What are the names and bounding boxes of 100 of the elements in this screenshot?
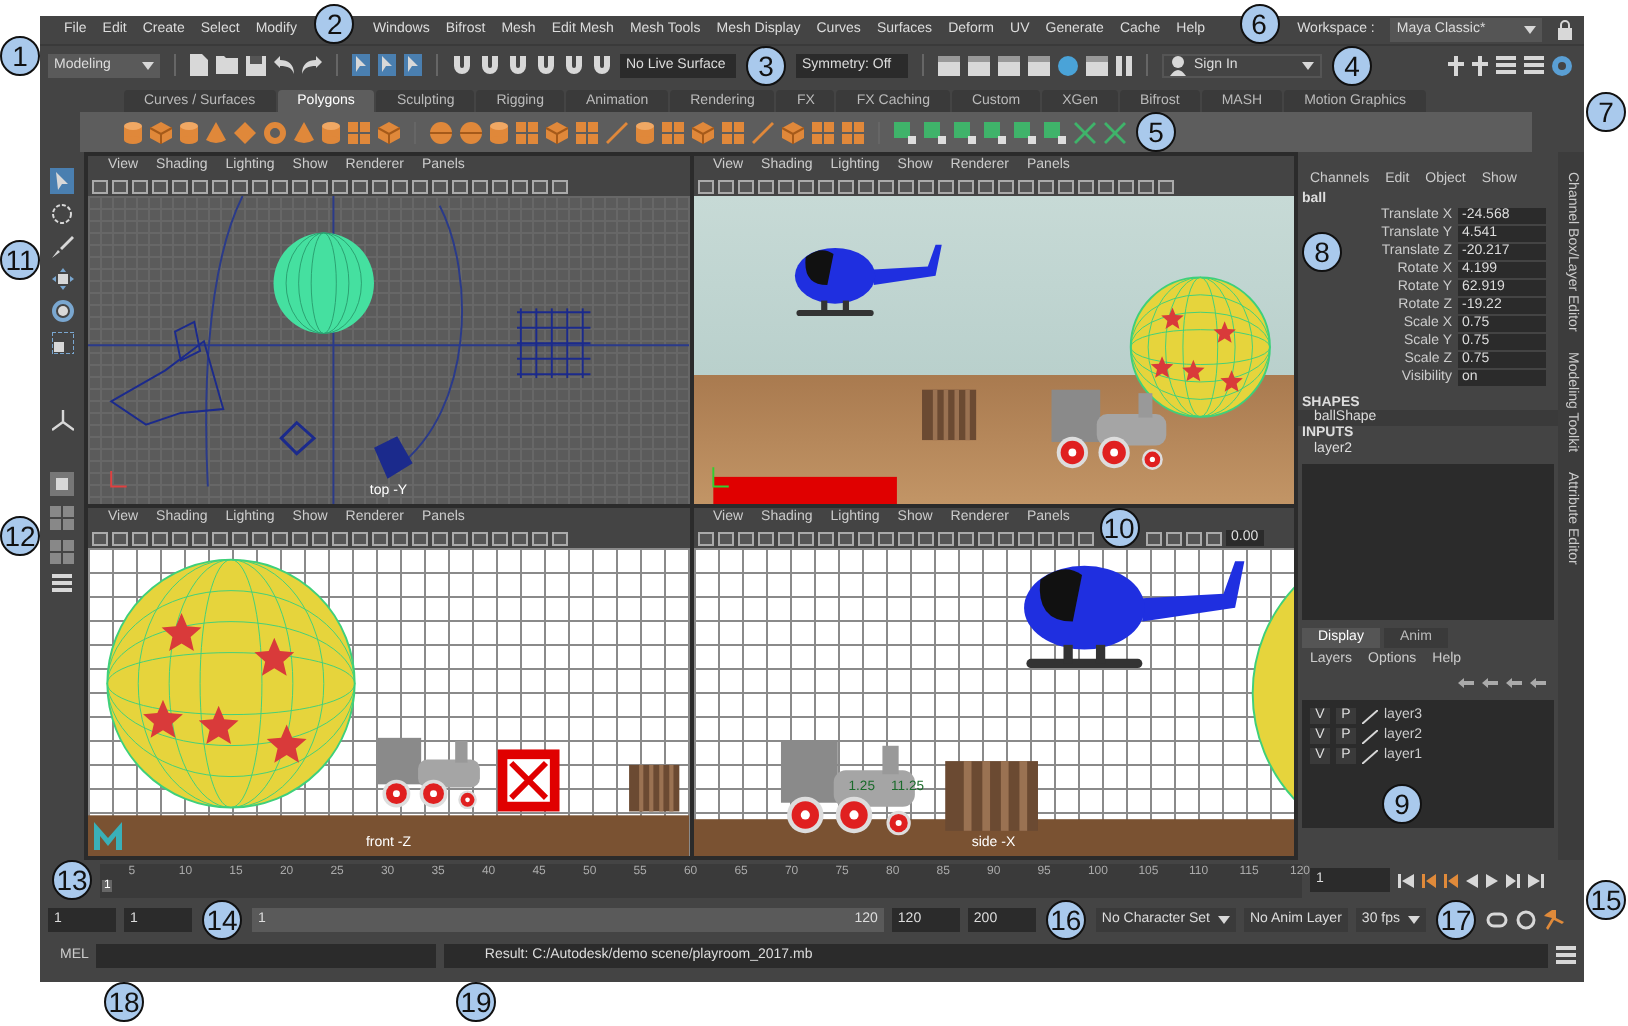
select-icon[interactable]	[352, 54, 370, 76]
step-forward-icon[interactable]	[1506, 873, 1520, 887]
line-icon[interactable]	[752, 121, 774, 143]
block-icon[interactable]	[1044, 121, 1066, 143]
cone-icon[interactable]	[294, 121, 314, 143]
step-back-icon[interactable]	[1444, 873, 1458, 887]
figure-icon[interactable]	[1448, 55, 1464, 75]
figure-icon[interactable]	[1472, 55, 1488, 75]
cylinder-icon[interactable]	[490, 121, 508, 143]
logo-icon	[94, 822, 122, 850]
save-icon[interactable]	[246, 55, 266, 75]
command-input-field[interactable]	[96, 943, 437, 967]
skip-back-icon[interactable]	[1398, 873, 1414, 887]
play-back-icon[interactable]	[1466, 873, 1478, 887]
callout-number: 17	[1436, 900, 1476, 940]
grid-icon[interactable]	[842, 121, 864, 143]
lock-icon[interactable]	[1558, 20, 1572, 40]
grid-icon[interactable]	[348, 121, 370, 143]
callout-number: 9	[1382, 784, 1422, 824]
cube-icon[interactable]	[150, 121, 172, 143]
clapper-icon[interactable]	[938, 55, 960, 75]
callout-number: 19	[456, 982, 496, 1022]
layer-line-icon	[1362, 729, 1378, 743]
wireframe-helicopter-drawing	[109, 320, 225, 426]
cube-icon[interactable]	[546, 121, 568, 143]
rotate-icon[interactable]	[51, 300, 73, 322]
four-pane-icon[interactable]	[50, 506, 74, 530]
cross-icon[interactable]	[1074, 121, 1096, 143]
clapper-icon[interactable]	[1086, 55, 1108, 75]
undo-icon[interactable]	[274, 56, 294, 74]
person-icon	[1170, 55, 1186, 75]
play-icon[interactable]	[1486, 873, 1498, 887]
diamond-icon[interactable]	[234, 121, 256, 143]
crate-drawing	[944, 761, 1037, 831]
callout-number: 6	[1239, 4, 1280, 44]
grid-icon[interactable]	[576, 121, 598, 143]
wireframe-sphere-drawing	[273, 232, 374, 334]
pause-icon[interactable]	[1116, 55, 1132, 75]
list-icon[interactable]	[1556, 946, 1576, 964]
file-icon[interactable]	[190, 54, 208, 76]
wireframe-box-drawing	[279, 420, 317, 456]
grid-icon[interactable]	[662, 121, 684, 143]
train-drawing	[377, 737, 480, 810]
callout-number: 16	[1045, 900, 1086, 940]
cylinder-icon[interactable]	[636, 121, 654, 143]
list-icon[interactable]	[1524, 56, 1544, 74]
gear-icon[interactable]	[1552, 55, 1572, 75]
sphere-icon[interactable]	[460, 121, 482, 143]
axis-icon[interactable]	[51, 410, 73, 432]
scale-icon[interactable]	[51, 332, 73, 354]
torus-icon[interactable]	[264, 121, 286, 143]
caret-icon	[142, 61, 154, 69]
layer-line-icon	[1362, 709, 1378, 723]
select-icon[interactable]	[378, 54, 396, 76]
cube-icon[interactable]	[782, 121, 804, 143]
line-icon[interactable]	[606, 121, 628, 143]
block-icon[interactable]	[894, 121, 916, 143]
grid-icon[interactable]	[722, 121, 744, 143]
warning-box-drawing	[497, 749, 560, 812]
running-figure-icon[interactable]	[1544, 910, 1564, 930]
brush-icon[interactable]	[51, 236, 73, 258]
grid-icon[interactable]	[812, 121, 834, 143]
list-icon[interactable]	[1496, 56, 1516, 74]
clapper-icon[interactable]	[1028, 55, 1050, 75]
step-back-icon[interactable]	[1422, 873, 1436, 887]
callout-number: 12	[0, 516, 40, 556]
block-icon[interactable]	[984, 121, 1006, 143]
key-icon[interactable]	[1516, 910, 1536, 930]
cube-icon[interactable]	[692, 121, 714, 143]
select-icon[interactable]	[404, 54, 422, 76]
train-drawing	[1050, 389, 1166, 470]
callout-number: 14	[202, 900, 242, 940]
list-icon[interactable]	[52, 574, 72, 592]
callout-number: 3	[746, 46, 786, 86]
clapper-icon[interactable]	[998, 55, 1020, 75]
crate-drawing	[629, 764, 680, 812]
sphere-render-icon[interactable]	[1058, 55, 1078, 75]
move-icon[interactable]	[51, 268, 73, 290]
arrow-cursor-icon[interactable]	[50, 168, 74, 194]
clapper-icon[interactable]	[968, 55, 990, 75]
single-pane-icon[interactable]	[50, 472, 74, 496]
block-icon[interactable]	[954, 121, 976, 143]
cone-icon[interactable]	[206, 121, 226, 143]
cylinder-icon[interactable]	[322, 121, 340, 143]
sphere-icon[interactable]	[430, 121, 452, 143]
cylinder-icon[interactable]	[124, 121, 142, 143]
loop-icon[interactable]	[1486, 912, 1508, 928]
callout-number: 2	[314, 4, 355, 44]
lasso-icon[interactable]	[51, 204, 73, 226]
block-icon[interactable]	[924, 121, 946, 143]
skip-forward-icon[interactable]	[1528, 873, 1544, 887]
cross-icon[interactable]	[1104, 121, 1126, 143]
block-icon[interactable]	[1014, 121, 1036, 143]
cylinder-icon[interactable]	[180, 121, 198, 143]
four-pane-icon[interactable]	[50, 540, 74, 564]
redo-icon[interactable]	[302, 56, 322, 74]
callout-number: 18	[104, 982, 144, 1022]
grid-icon[interactable]	[516, 121, 538, 143]
folder-icon[interactable]	[216, 56, 238, 74]
cube-icon[interactable]	[378, 121, 400, 143]
